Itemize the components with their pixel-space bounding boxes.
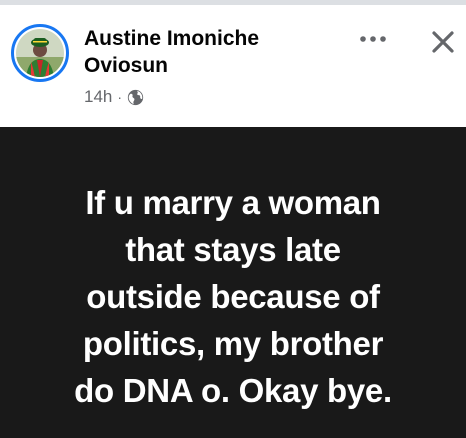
author-name[interactable]: Austine Imoniche Oviosun: [84, 25, 344, 79]
more-options-icon: [360, 36, 386, 42]
more-options-button[interactable]: [357, 29, 389, 49]
author-avatar[interactable]: [11, 24, 69, 82]
close-button[interactable]: [426, 25, 460, 59]
post-meta: 14h ·: [84, 86, 144, 108]
close-icon: [432, 31, 454, 53]
post-background-card: If u marry a woman that stays late outsi…: [0, 127, 466, 438]
globe-icon[interactable]: [127, 89, 144, 106]
meta-separator: ·: [117, 89, 123, 105]
post-header: Austine Imoniche Oviosun 14h ·: [0, 5, 466, 127]
post-text: If u marry a woman that stays late outsi…: [74, 184, 392, 409]
post-timestamp[interactable]: 14h: [84, 87, 112, 107]
avatar-image: [16, 29, 64, 77]
